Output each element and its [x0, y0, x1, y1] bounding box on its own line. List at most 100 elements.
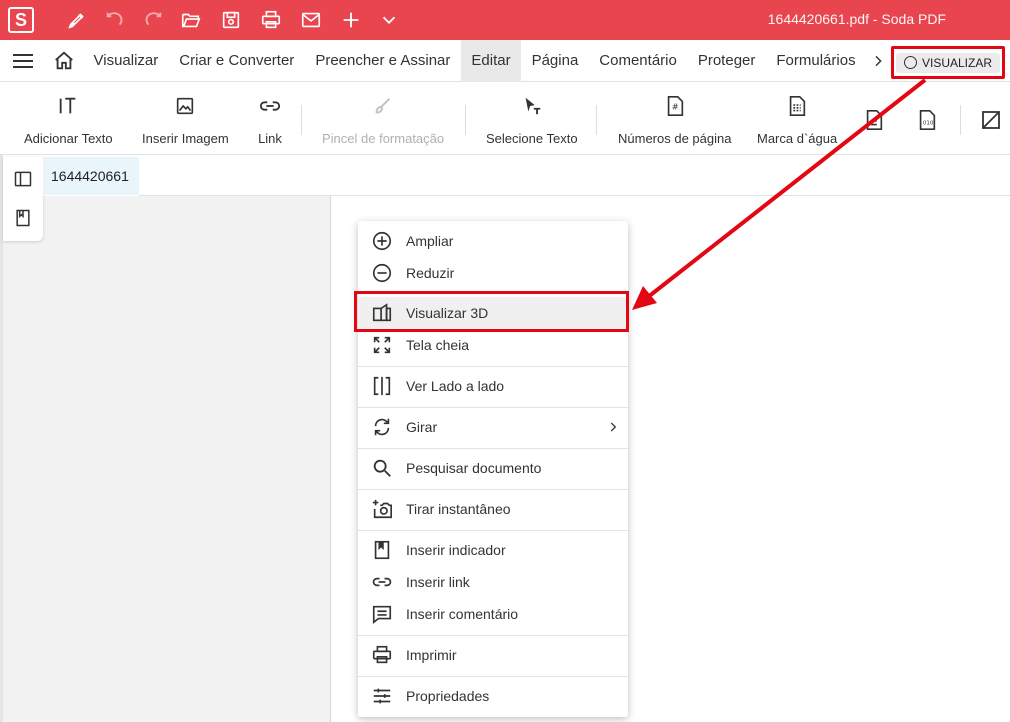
hamburger-menu-icon[interactable] [13, 53, 33, 68]
comment-icon [371, 603, 393, 625]
panel-icon[interactable] [13, 169, 33, 189]
menu-item-label: Inserir link [406, 574, 470, 590]
side-by-side-icon [371, 375, 393, 397]
side-panel [3, 157, 43, 241]
link-button[interactable]: Link [257, 93, 283, 146]
menu-item-tirar-instantaneo[interactable]: Tirar instantâneo [358, 493, 628, 525]
redo-icon[interactable] [142, 9, 164, 31]
menu-item-label: Pesquisar documento [406, 460, 542, 476]
menu-item-label: Inserir comentário [406, 606, 519, 622]
pen-icon[interactable] [66, 9, 88, 31]
page-numbers-button[interactable]: # Números de página [618, 93, 731, 146]
menu-item-label: Tirar instantâneo [406, 501, 511, 517]
tab-editar[interactable]: Editar [460, 39, 522, 82]
menu-item-label: Inserir indicador [406, 542, 506, 558]
link-label: Link [258, 131, 282, 146]
soda-pdf-logo[interactable]: S [8, 7, 34, 33]
tab-comentario[interactable]: Comentário [589, 40, 688, 82]
menu-item-label: Ver Lado a lado [406, 378, 505, 394]
view-mode-label: VISUALIZAR [921, 55, 993, 70]
link-icon [371, 571, 393, 593]
edit-toolbar: Adicionar Texto Inserir Imagem Link Pinc… [0, 83, 1010, 155]
svg-text:010: 010 [923, 121, 934, 127]
toolbar-divider [465, 105, 466, 135]
menu-item-label: Girar [406, 419, 438, 435]
format-painter-button[interactable]: Pincel de formatação [322, 93, 444, 146]
page-number-icon: # [618, 93, 731, 119]
annotation-highlight-box [354, 291, 629, 332]
menu-item-imprimir[interactable]: Imprimir [358, 639, 628, 671]
save-icon[interactable] [220, 9, 242, 31]
rotate-icon [371, 416, 393, 438]
chevron-down-icon[interactable] [378, 9, 400, 31]
bookmark-icon [371, 539, 393, 561]
redact-icon [980, 107, 1004, 133]
toolbar-divider [596, 105, 597, 135]
print-icon [371, 644, 393, 666]
menu-item-pesquisar-documento[interactable]: Pesquisar documento [358, 452, 628, 484]
tab-preencher-e-assinar[interactable]: Preencher e Assinar [305, 40, 461, 82]
menu-divider [358, 489, 628, 490]
watermark-icon [757, 93, 837, 119]
search-icon [371, 457, 393, 479]
menu-item-label: Propriedades [406, 688, 490, 704]
tab-criar-e-converter[interactable]: Criar e Converter [169, 40, 305, 82]
print-icon[interactable] [260, 9, 282, 31]
zoom-in-icon [371, 230, 393, 252]
menu-tabs: Visualizar Criar e Converter Preencher e… [83, 39, 866, 82]
header-footer-icon [863, 107, 885, 133]
add-text-icon [24, 93, 113, 119]
window-title: 1644420661.pdf - Soda PDF [767, 11, 946, 27]
zoom-out-icon [371, 262, 393, 284]
link-icon [257, 93, 283, 119]
menu-bar: Visualizar Criar e Converter Preencher e… [0, 39, 1010, 82]
fullscreen-icon [371, 334, 393, 356]
redact-button[interactable] [980, 93, 1004, 133]
watermark-button[interactable]: Marca d`água [757, 93, 837, 146]
undo-icon[interactable] [104, 9, 126, 31]
tab-visualizar[interactable]: Visualizar [83, 40, 169, 82]
bates-button[interactable]: 010 [916, 93, 938, 133]
plus-icon[interactable] [340, 9, 362, 31]
tab-formularios[interactable]: Formulários [766, 40, 866, 82]
document-tab[interactable]: 1644420661 [43, 157, 139, 195]
menu-item-reduzir[interactable]: Reduzir [358, 257, 628, 289]
insert-image-label: Inserir Imagem [142, 131, 229, 146]
properties-icon [371, 685, 393, 707]
menu-item-propriedades[interactable]: Propriedades [358, 680, 628, 712]
brush-icon [322, 93, 444, 119]
menu-item-ver-lado-a-lado[interactable]: Ver Lado a lado [358, 370, 628, 402]
add-text-label: Adicionar Texto [24, 131, 113, 146]
view-mode-button[interactable]: VISUALIZAR [891, 46, 1005, 79]
snapshot-icon [371, 498, 393, 520]
open-folder-icon[interactable] [180, 9, 202, 31]
menu-divider [358, 407, 628, 408]
insert-image-button[interactable]: Inserir Imagem [142, 93, 229, 146]
menu-item-tela-cheia[interactable]: Tela cheia [358, 329, 628, 361]
chevron-right-icon[interactable] [870, 53, 886, 69]
menu-item-label: Reduzir [406, 265, 455, 281]
menu-divider [358, 366, 628, 367]
menu-item-label: Tela cheia [406, 337, 470, 353]
bookmark-panel-icon[interactable] [13, 208, 33, 228]
menu-item-inserir-link[interactable]: Inserir link [358, 566, 628, 598]
menu-item-inserir-indicador[interactable]: Inserir indicador [358, 534, 628, 566]
menu-item-girar[interactable]: Girar [358, 411, 628, 443]
format-painter-label: Pincel de formatação [322, 131, 445, 146]
header-footer-button[interactable] [863, 93, 885, 133]
radio-icon [903, 56, 917, 69]
menu-divider [358, 676, 628, 677]
image-icon [142, 93, 229, 119]
menu-item-inserir-comentario[interactable]: Inserir comentário [358, 598, 628, 630]
select-text-button[interactable]: Selecione Texto [486, 93, 578, 146]
menu-item-ampliar[interactable]: Ampliar [358, 225, 628, 257]
tab-pagina[interactable]: Página [521, 40, 589, 82]
toolbar-divider [301, 105, 302, 135]
add-text-button[interactable]: Adicionar Texto [24, 93, 113, 146]
mail-icon[interactable] [300, 9, 322, 31]
tab-proteger[interactable]: Proteger [687, 40, 766, 82]
home-icon[interactable] [53, 50, 75, 72]
watermark-label: Marca d`água [757, 131, 838, 146]
bates-numbering-icon: 010 [916, 107, 938, 133]
menu-divider [358, 530, 628, 531]
